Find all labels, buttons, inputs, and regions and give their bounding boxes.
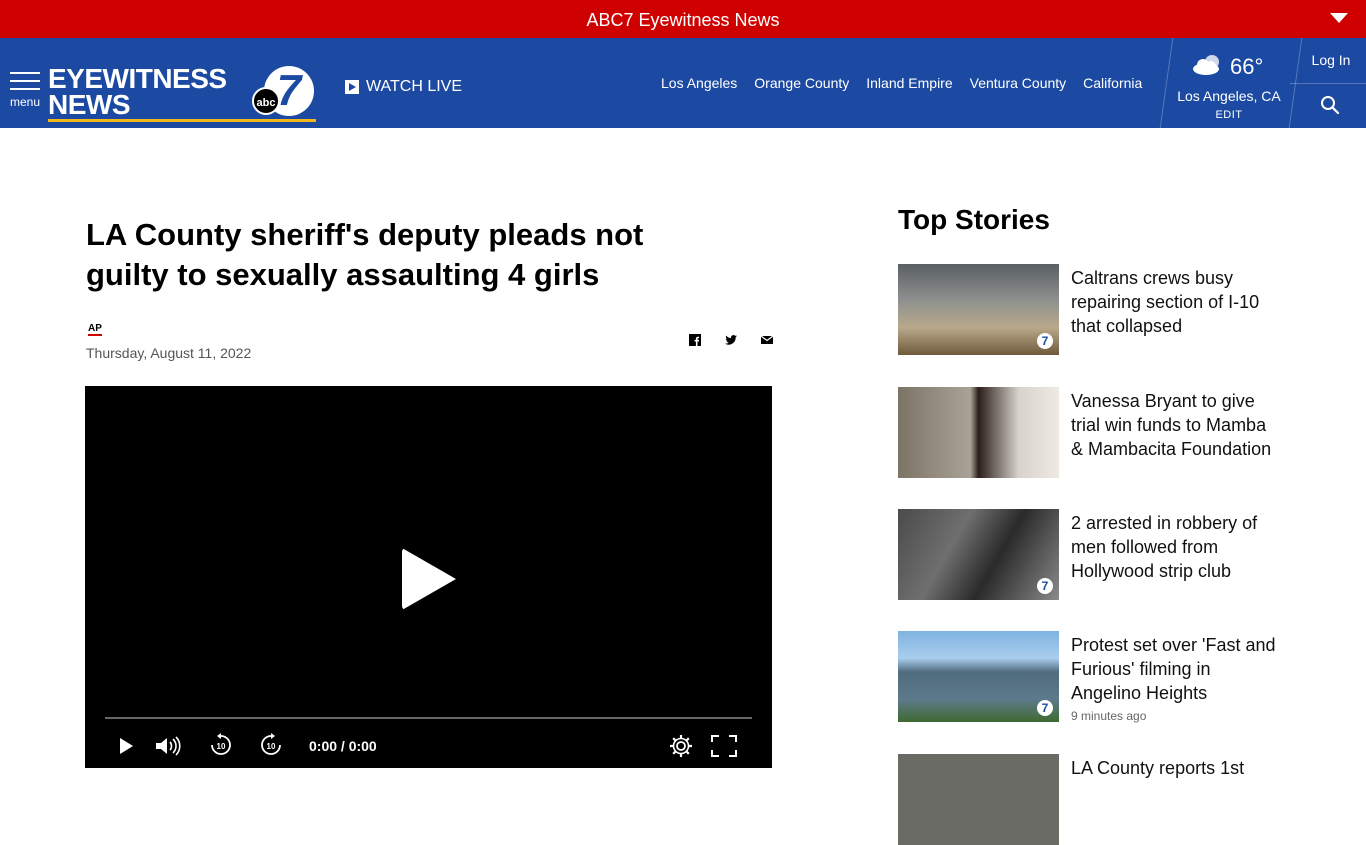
- nav-link-inland-empire[interactable]: Inland Empire: [866, 75, 952, 91]
- logo-line2: NEWS: [48, 89, 131, 120]
- logo-network: abc: [252, 87, 280, 115]
- login-link[interactable]: Log In: [1296, 52, 1366, 68]
- story-headline[interactable]: Vanessa Bryant to give trial win funds t…: [1071, 389, 1281, 461]
- fullscreen-icon[interactable]: [711, 735, 737, 757]
- rewind-10-icon[interactable]: 10: [209, 733, 233, 757]
- hamburger-icon: [10, 72, 40, 74]
- rewind-seconds: 10: [217, 742, 226, 751]
- nav-link-los-angeles[interactable]: Los Angeles: [661, 75, 737, 91]
- cloud-sun-icon: [1193, 55, 1219, 75]
- watch-live-label: WATCH LIVE: [366, 78, 463, 95]
- region-links: Los Angeles Orange County Inland Empire …: [661, 75, 1159, 91]
- hamburger-icon-bar: [10, 88, 40, 90]
- video-progress-bar[interactable]: [105, 717, 752, 719]
- play-icon[interactable]: [118, 737, 134, 755]
- story-timestamp: 9 minutes ago: [1071, 709, 1147, 723]
- story-headline[interactable]: Caltrans crews busy repairing section of…: [1071, 266, 1281, 338]
- watch-live-button[interactable]: WATCH LIVE: [345, 78, 462, 96]
- main-nav: menu EYEWITNESS NEWS 7 abc WATCH LIVE Lo…: [0, 38, 1366, 128]
- weather-location: Los Angeles, CA: [1177, 88, 1281, 104]
- chevron-down-icon[interactable]: [1330, 13, 1348, 23]
- story-thumbnail[interactable]: 7: [898, 509, 1059, 600]
- story-thumbnail[interactable]: 7: [898, 264, 1059, 355]
- volume-icon[interactable]: [155, 736, 182, 756]
- email-icon[interactable]: [760, 333, 774, 347]
- forward-10-icon[interactable]: 10: [259, 733, 283, 757]
- article-headline: LA County sheriff's deputy pleads not gu…: [86, 217, 644, 292]
- forward-seconds: 10: [267, 742, 276, 751]
- abc7-badge-icon: 7: [1037, 700, 1053, 716]
- facebook-icon[interactable]: [688, 333, 702, 347]
- logo-underline: [48, 119, 316, 122]
- story-thumbnail[interactable]: 7: [898, 631, 1059, 722]
- big-play-icon[interactable]: [402, 548, 456, 610]
- top-brand-bar: ABC7 Eyewitness News: [0, 0, 1366, 38]
- hamburger-icon-bar: [10, 80, 40, 82]
- story-headline[interactable]: LA County reports 1st: [1071, 756, 1281, 780]
- play-icon: [345, 80, 359, 94]
- station-logo[interactable]: EYEWITNESS NEWS 7 abc: [48, 63, 318, 123]
- menu-button[interactable]: menu: [10, 72, 40, 109]
- weather-temp: 66°: [1230, 54, 1264, 79]
- top-stories-title: Top Stories: [898, 204, 1050, 235]
- video-player[interactable]: 10 10 0:00 / 0:00: [85, 386, 772, 768]
- twitter-icon[interactable]: [724, 333, 738, 347]
- video-time: 0:00 / 0:00: [309, 738, 377, 754]
- source-logo[interactable]: AP: [88, 323, 102, 336]
- story-headline[interactable]: 2 arrested in robbery of men followed fr…: [1071, 511, 1281, 583]
- weather-edit-link[interactable]: EDIT: [1170, 109, 1288, 121]
- abc7-badge-icon: 7: [1037, 578, 1053, 594]
- menu-label: menu: [10, 95, 41, 109]
- nav-link-california[interactable]: California: [1083, 75, 1142, 91]
- nav-link-ventura-county[interactable]: Ventura County: [970, 75, 1067, 91]
- story-thumbnail[interactable]: [898, 387, 1059, 478]
- story-headline[interactable]: Protest set over 'Fast and Furious' film…: [1071, 633, 1281, 705]
- search-icon[interactable]: [1320, 95, 1340, 115]
- gear-icon[interactable]: [669, 734, 693, 758]
- brand-title[interactable]: ABC7 Eyewitness News: [0, 10, 1366, 31]
- article-date: Thursday, August 11, 2022: [86, 345, 252, 361]
- nav-divider-horizontal: [1290, 83, 1366, 84]
- abc7-badge-icon: 7: [1037, 333, 1053, 349]
- nav-link-orange-county[interactable]: Orange County: [754, 75, 849, 91]
